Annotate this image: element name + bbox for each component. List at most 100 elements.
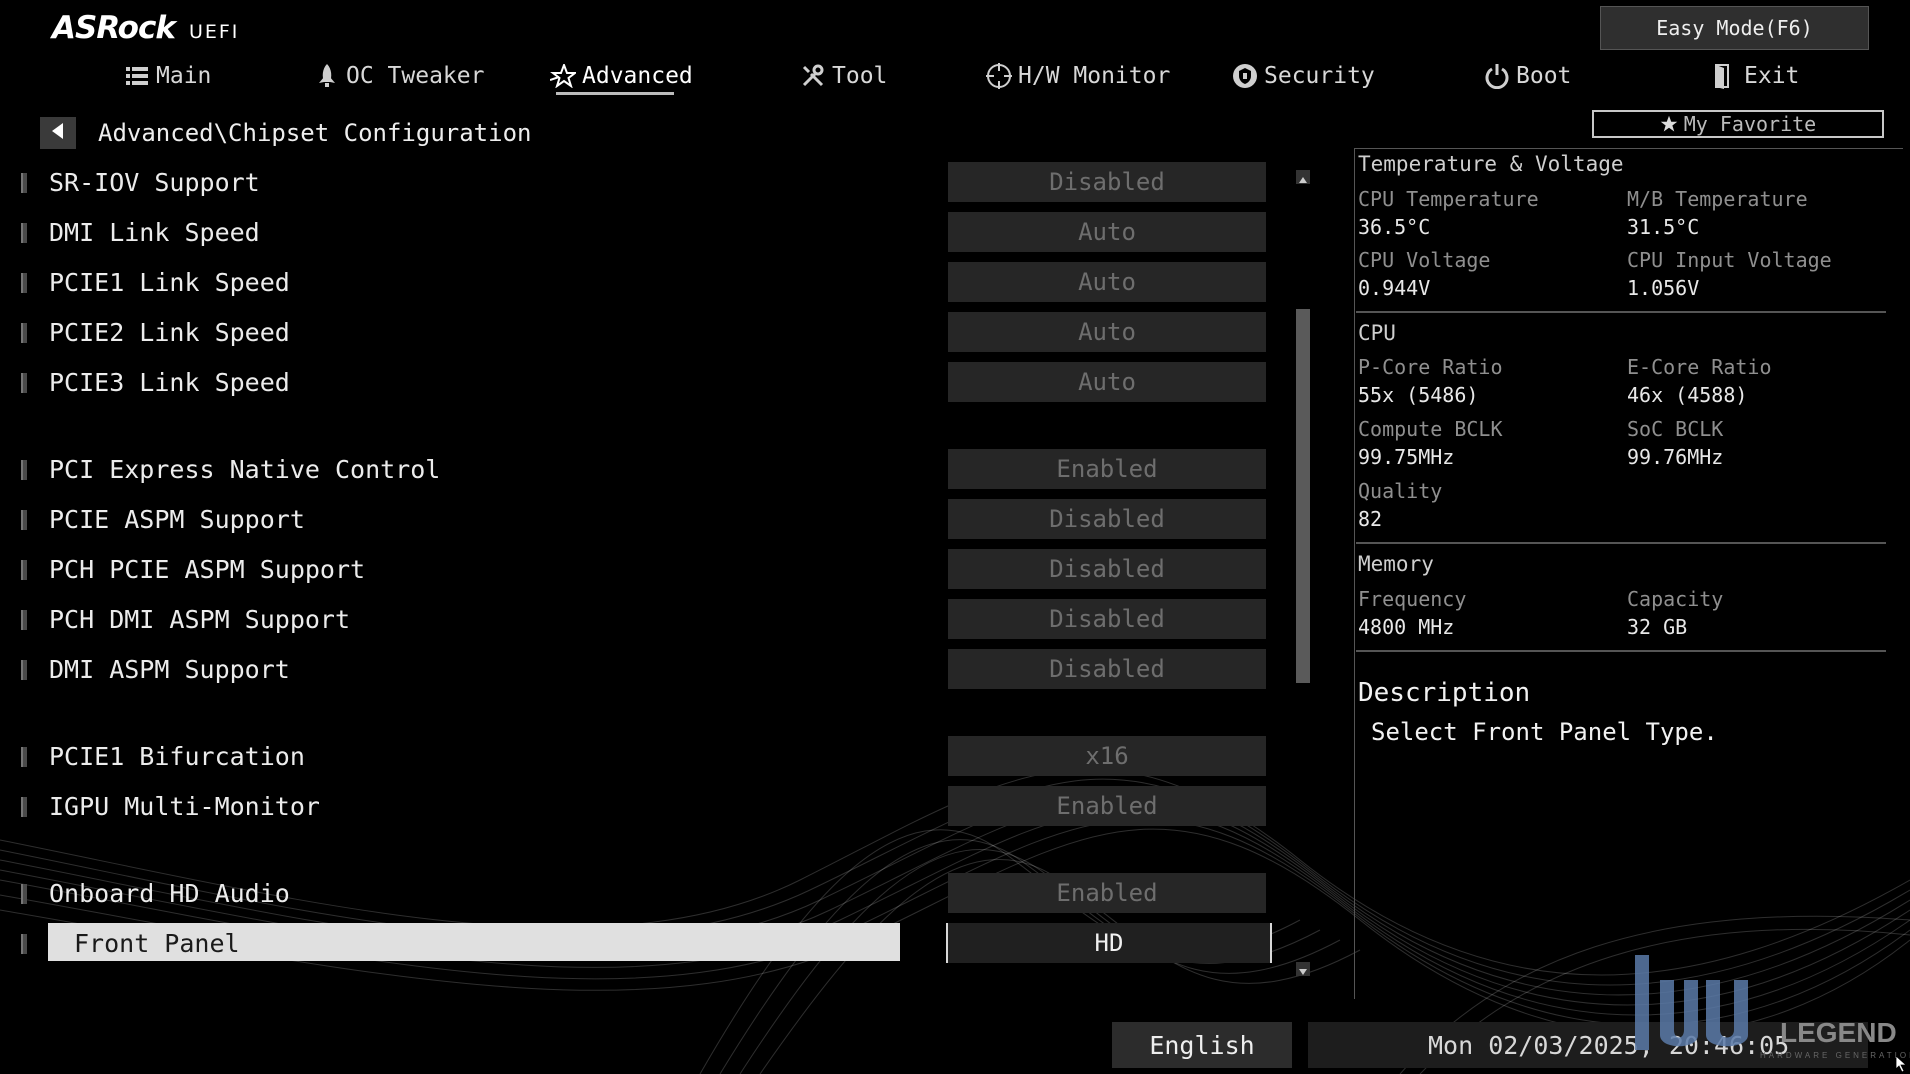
row-marker (21, 610, 27, 630)
setting-row-igpu-multi-monitor[interactable]: IGPU Multi-Monitor Enabled (0, 784, 1300, 828)
setting-row-pcie1-bifurcation[interactable]: PCIE1 Bifurcation x16 (0, 734, 1300, 778)
cpu-temp-value: 36.5°C (1358, 215, 1431, 239)
compute-bclk-label: Compute BCLK (1358, 417, 1503, 441)
scrollbar-thumb[interactable] (1296, 309, 1310, 683)
memory-frequency-label: Frequency (1358, 587, 1467, 611)
setting-label: DMI Link Speed (49, 218, 260, 247)
setting-value[interactable]: Disabled (948, 499, 1266, 539)
panel-divider (1356, 542, 1886, 544)
row-marker (21, 797, 27, 817)
setting-row-dmi-link-speed[interactable]: DMI Link Speed Auto (0, 210, 1300, 254)
active-tab-underline (556, 92, 674, 95)
setting-value[interactable]: Disabled (948, 549, 1266, 589)
setting-row-pcie1-link-speed[interactable]: PCIE1 Link Speed Auto (0, 260, 1300, 304)
setting-value[interactable]: Enabled (948, 873, 1266, 913)
panel-divider (1356, 650, 1886, 652)
star-icon (1660, 115, 1678, 133)
setting-row-onboard-hd-audio[interactable]: Onboard HD Audio Enabled (0, 871, 1300, 915)
tab-label: Advanced (582, 63, 693, 89)
rocket-icon (314, 63, 340, 89)
tab-main[interactable]: Main (124, 58, 211, 94)
row-marker (21, 173, 27, 193)
setting-value[interactable]: Auto (948, 362, 1266, 402)
legend-watermark-logo: LEGEND HARDWARE GENERATION (1635, 955, 1910, 1060)
tab-label: OC Tweaker (346, 63, 485, 89)
pcore-ratio-label: P-Core Ratio (1358, 355, 1503, 379)
mb-temp-value: 31.5°C (1627, 215, 1700, 239)
chevron-down-icon (1299, 960, 1307, 979)
my-favorite-label: My Favorite (1683, 112, 1817, 136)
tab-label: Security (1264, 63, 1375, 89)
row-marker (21, 884, 27, 904)
tab-label: Main (156, 63, 212, 89)
tab-security[interactable]: Security (1232, 58, 1375, 94)
setting-value[interactable]: Disabled (948, 162, 1266, 202)
setting-row-pch-dmi-aspm-support[interactable]: PCH DMI ASPM Support Disabled (0, 597, 1300, 641)
ecore-ratio-label: E-Core Ratio (1627, 355, 1772, 379)
star-icon (550, 63, 576, 89)
brand-name: ASRock (52, 10, 176, 46)
scroll-up-button[interactable] (1296, 170, 1310, 184)
quality-value: 82 (1358, 507, 1383, 531)
row-marker (21, 223, 27, 243)
setting-label: PCIE ASPM Support (49, 505, 305, 534)
setting-value[interactable]: Disabled (948, 649, 1266, 689)
setting-row-pch-pcie-aspm-support[interactable]: PCH PCIE ASPM Support Disabled (0, 547, 1300, 591)
row-marker (21, 323, 27, 343)
language-button[interactable]: English (1112, 1022, 1292, 1068)
scroll-down-button[interactable] (1296, 962, 1310, 976)
setting-value[interactable]: Enabled (948, 449, 1266, 489)
ecore-ratio-value: 46x (4588) (1627, 383, 1748, 407)
setting-row-pcie2-link-speed[interactable]: PCIE2 Link Speed Auto (0, 310, 1300, 354)
crosshair-icon (986, 63, 1012, 89)
setting-row-dmi-aspm-support[interactable]: DMI ASPM Support Disabled (0, 647, 1300, 691)
temp-voltage-title: Temperature & Voltage (1358, 152, 1624, 176)
tab-boot[interactable]: Boot (1484, 58, 1571, 94)
asrock-logo: ASRock UEFI (52, 10, 239, 46)
compute-bclk-value: 99.75MHz (1358, 445, 1455, 469)
setting-value[interactable]: Auto (948, 312, 1266, 352)
setting-value[interactable]: Disabled (948, 599, 1266, 639)
setting-row-pcie-aspm-support[interactable]: PCIE ASPM Support Disabled (0, 497, 1300, 541)
row-marker (21, 934, 27, 954)
tab-exit[interactable]: Exit (1712, 58, 1799, 94)
watermark-subtext: HARDWARE GENERATION (1760, 1051, 1910, 1060)
setting-value[interactable]: x16 (948, 736, 1266, 776)
setting-label: PCIE1 Link Speed (49, 268, 290, 297)
setting-row-pcie3-link-speed[interactable]: PCIE3 Link Speed Auto (0, 360, 1300, 404)
row-marker (21, 460, 27, 480)
setting-value[interactable]: Auto (948, 212, 1266, 252)
setting-value[interactable]: Auto (948, 262, 1266, 302)
easy-mode-button[interactable]: Easy Mode(F6) (1600, 6, 1869, 50)
setting-row-front-panel[interactable]: Front Panel HD (0, 921, 1300, 965)
row-marker (21, 560, 27, 580)
my-favorite-button[interactable]: My Favorite (1592, 110, 1884, 138)
setting-row-sr-iov[interactable]: SR-IOV Support Disabled (0, 160, 1300, 204)
setting-row-pci-express-native-control[interactable]: PCI Express Native Control Enabled (0, 447, 1300, 491)
setting-value[interactable]: Enabled (948, 786, 1266, 826)
setting-label: PCIE3 Link Speed (49, 368, 290, 397)
tab-oc-tweaker[interactable]: OC Tweaker (314, 58, 484, 94)
setting-value[interactable]: HD (946, 923, 1272, 963)
quality-label: Quality (1358, 479, 1443, 503)
row-marker (21, 660, 27, 680)
back-arrow-icon (51, 123, 65, 143)
cpu-section-title: CPU (1358, 321, 1396, 345)
mb-temp-label: M/B Temperature (1627, 187, 1808, 211)
tab-label: Boot (1516, 63, 1572, 89)
tab-hw-monitor[interactable]: H/W Monitor (986, 58, 1170, 94)
tab-tool[interactable]: Tool (800, 58, 887, 94)
back-button[interactable] (40, 117, 76, 149)
tools-icon (800, 63, 826, 89)
chevron-up-icon (1299, 168, 1307, 187)
tab-label: H/W Monitor (1018, 63, 1171, 89)
tab-label: Exit (1744, 63, 1800, 89)
memory-capacity-value: 32 GB (1627, 615, 1688, 639)
setting-label: PCH DMI ASPM Support (49, 605, 351, 634)
setting-label: PCH PCIE ASPM Support (49, 555, 366, 584)
cpu-input-voltage-label: CPU Input Voltage (1627, 248, 1832, 272)
shield-icon (1232, 63, 1258, 89)
tab-advanced[interactable]: Advanced (550, 58, 693, 94)
description-text: Select Front Panel Type. (1371, 718, 1718, 746)
breadcrumb: Advanced\Chipset Configuration (40, 116, 531, 150)
